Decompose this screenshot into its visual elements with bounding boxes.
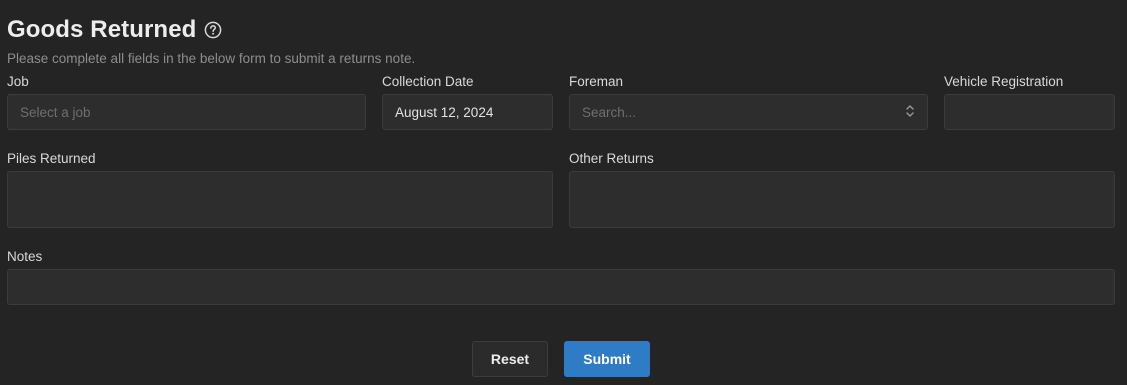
other-returns-label: Other Returns: [569, 151, 654, 166]
vehicle-registration-label: Vehicle Registration: [944, 74, 1064, 89]
collection-date-label: Collection Date: [382, 74, 474, 89]
help-icon[interactable]: [204, 21, 222, 39]
piles-returned-textarea[interactable]: [7, 171, 553, 228]
reset-button[interactable]: Reset: [472, 341, 548, 377]
foreman-placeholder: Search...: [582, 104, 637, 120]
title-row: Goods Returned: [7, 16, 222, 44]
goods-returned-form: Goods Returned Please complete all field…: [0, 0, 1127, 385]
page-title: Goods Returned: [7, 16, 197, 43]
notes-label: Notes: [7, 249, 43, 264]
collection-date-picker[interactable]: August 12, 2024: [382, 94, 553, 130]
submit-button[interactable]: Submit: [564, 341, 650, 377]
job-label: Job: [7, 74, 29, 89]
other-returns-textarea[interactable]: [569, 171, 1115, 228]
piles-returned-label: Piles Returned: [7, 151, 96, 166]
foreman-search-select[interactable]: Search...: [569, 94, 928, 130]
vehicle-registration-input[interactable]: [944, 94, 1115, 130]
chevron-up-down-icon: [905, 104, 915, 121]
notes-textarea[interactable]: [7, 269, 1115, 305]
job-select[interactable]: [7, 94, 366, 130]
form-description: Please complete all fields in the below …: [7, 51, 416, 66]
foreman-label: Foreman: [569, 74, 624, 89]
